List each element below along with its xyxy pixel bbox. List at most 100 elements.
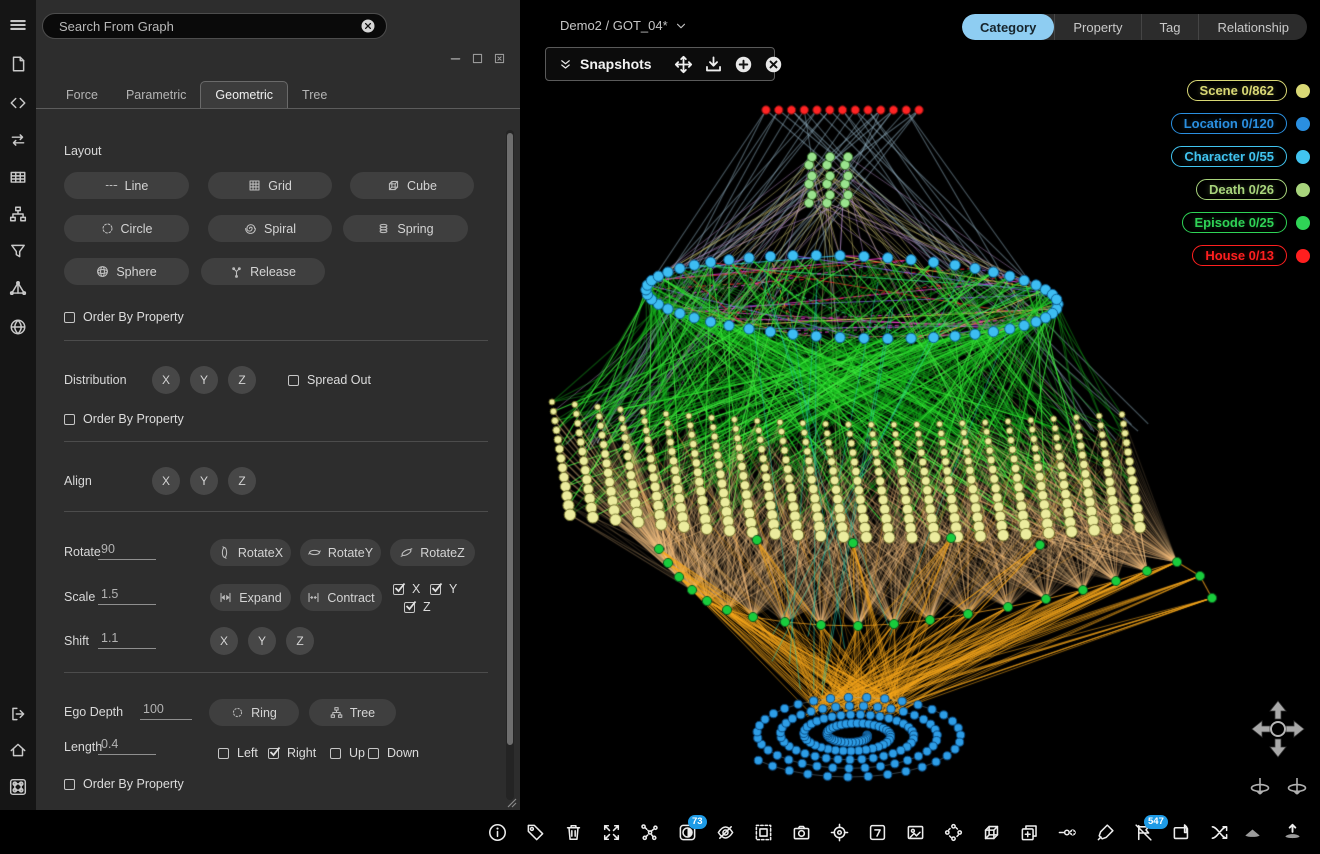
eyeoff-icon[interactable] — [716, 823, 735, 842]
scrollbar-thumb[interactable] — [507, 133, 513, 745]
tab-geometric[interactable]: Geometric — [200, 81, 288, 108]
legend-color-dot[interactable] — [1296, 249, 1310, 263]
legend-color-dot[interactable] — [1296, 150, 1310, 164]
checkbox[interactable] — [330, 748, 341, 759]
select-icon[interactable] — [754, 823, 773, 842]
axis-z-button[interactable]: Z — [228, 366, 256, 394]
frame7-icon[interactable] — [868, 823, 887, 842]
axis-y-button[interactable]: Y — [190, 366, 218, 394]
checkbox[interactable] — [393, 584, 404, 595]
expand-button[interactable]: Expand — [210, 584, 291, 611]
target-icon[interactable] — [830, 823, 849, 842]
pan-down-arrow[interactable] — [1270, 739, 1286, 757]
command-icon[interactable] — [9, 778, 27, 796]
pluscircle-icon[interactable] — [734, 55, 753, 74]
checkbox[interactable] — [368, 748, 379, 759]
logout-icon[interactable] — [9, 705, 27, 723]
line-button[interactable]: Line — [64, 172, 189, 199]
scale-input[interactable]: 1.5 — [98, 587, 156, 605]
length-input[interactable]: 0.4 — [98, 737, 156, 755]
panel-scrollbar[interactable] — [506, 130, 514, 800]
cube-icon[interactable] — [982, 823, 1001, 842]
legend-item[interactable]: Scene 0/862 — [1187, 74, 1310, 107]
rotatex-button[interactable]: RotateX — [210, 539, 291, 566]
checkbox[interactable] — [64, 779, 75, 790]
release-button[interactable]: Release — [201, 258, 325, 285]
trash-icon[interactable] — [564, 823, 583, 842]
mode-tab-relationship[interactable]: Relationship — [1198, 14, 1307, 40]
move-icon[interactable] — [674, 55, 693, 74]
copyplus-icon[interactable] — [1020, 823, 1039, 842]
ego-depth-input[interactable]: 100 — [140, 702, 192, 720]
checkbox[interactable] — [218, 748, 229, 759]
table-icon[interactable] — [9, 168, 27, 186]
rotatey-button[interactable]: RotateY — [300, 539, 381, 566]
mode-tab-property[interactable]: Property — [1054, 14, 1140, 40]
circle-button[interactable]: Circle — [64, 215, 189, 242]
cube-button[interactable]: Cube — [350, 172, 474, 199]
sphere-button[interactable]: Sphere — [64, 258, 189, 285]
maximize-icon[interactable] — [471, 52, 484, 65]
search-bar[interactable] — [42, 13, 387, 39]
ring-button[interactable]: Ring — [209, 699, 299, 726]
scale-z-checkbox[interactable]: Z — [404, 600, 431, 614]
legend-item[interactable]: Episode 0/25 — [1182, 206, 1310, 239]
scale-x-checkbox[interactable]: X — [393, 582, 420, 596]
globe-icon[interactable] — [9, 318, 27, 336]
legend-color-dot[interactable] — [1296, 84, 1310, 98]
tab-tree[interactable]: Tree — [288, 82, 341, 108]
resize-handle-icon[interactable] — [506, 797, 517, 808]
pan-up-arrow[interactable] — [1270, 701, 1286, 719]
checkbox[interactable] — [64, 414, 75, 425]
mode-tab-tag[interactable]: Tag — [1141, 14, 1199, 40]
legend-color-dot[interactable] — [1296, 117, 1310, 131]
pyramid-icon[interactable] — [9, 279, 27, 297]
spiral-button[interactable]: Spiral — [208, 215, 332, 242]
rotatez-button[interactable]: RotateZ — [390, 539, 475, 566]
mode-tab-category[interactable]: Category — [962, 14, 1054, 40]
direction-down-checkbox[interactable]: Down — [368, 746, 419, 760]
legend-item[interactable]: Death 0/26 — [1196, 173, 1310, 206]
order-by-property-checkbox[interactable]: Order By Property — [64, 412, 184, 426]
legend-color-dot[interactable] — [1296, 216, 1310, 230]
brush-icon[interactable] — [1096, 823, 1115, 842]
mound-icon[interactable] — [1243, 823, 1262, 842]
tab-parametric[interactable]: Parametric — [112, 82, 200, 108]
close-icon[interactable] — [493, 52, 506, 65]
tag-icon[interactable] — [526, 823, 545, 842]
camera-icon[interactable] — [792, 823, 811, 842]
graphcut-icon[interactable] — [640, 823, 659, 842]
split-icon[interactable] — [1210, 823, 1229, 842]
axis-x-button[interactable]: X — [152, 467, 180, 495]
direction-up-checkbox[interactable]: Up — [330, 746, 365, 760]
axis-y-button[interactable]: Y — [190, 467, 218, 495]
contract-button[interactable]: Contract — [300, 584, 382, 611]
rotate-right-icon[interactable] — [1289, 778, 1306, 794]
project-breadcrumb[interactable]: Demo2 / GOT_04* — [560, 18, 688, 33]
direction-left-checkbox[interactable]: Left — [218, 746, 258, 760]
tab-force[interactable]: Force — [52, 82, 112, 108]
spread-out-checkbox[interactable]: Spread Out — [288, 373, 371, 387]
expand4-icon[interactable] — [602, 823, 621, 842]
flagoff-icon[interactable]: 547 — [1134, 823, 1153, 842]
grid-button[interactable]: Grid — [208, 172, 332, 199]
swap-icon[interactable] — [9, 131, 27, 149]
search-clear-icon[interactable] — [360, 18, 376, 34]
minimize-icon[interactable] — [449, 52, 462, 65]
download-icon[interactable] — [704, 55, 723, 74]
legend-color-dot[interactable] — [1296, 183, 1310, 197]
axis-x-button[interactable]: X — [152, 366, 180, 394]
moundup-icon[interactable] — [1283, 823, 1302, 842]
checkbox[interactable] — [430, 584, 441, 595]
shift-input[interactable]: 1.1 — [98, 631, 156, 649]
orbit-icon[interactable] — [944, 823, 963, 842]
axis-y-button[interactable]: Y — [248, 627, 276, 655]
axis-x-button[interactable]: X — [210, 627, 238, 655]
rotate-input[interactable]: 90 — [98, 542, 156, 560]
spring-button[interactable]: Spring — [343, 215, 468, 242]
legend-item[interactable]: Location 0/120 — [1171, 107, 1310, 140]
sitemap-icon[interactable] — [9, 205, 27, 223]
pan-left-arrow[interactable] — [1252, 721, 1270, 737]
code-icon[interactable] — [9, 94, 27, 112]
home-icon[interactable] — [9, 741, 27, 759]
